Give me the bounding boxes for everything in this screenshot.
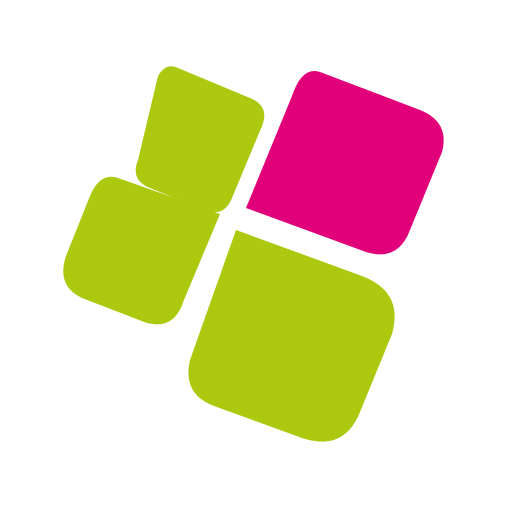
- tile-top-right: [246, 71, 444, 255]
- app-icon-canvas: [0, 0, 512, 512]
- tile-bottom-right: [188, 230, 395, 442]
- four-leaf-tile-icon: [63, 66, 444, 442]
- tile-top-left: [135, 66, 265, 213]
